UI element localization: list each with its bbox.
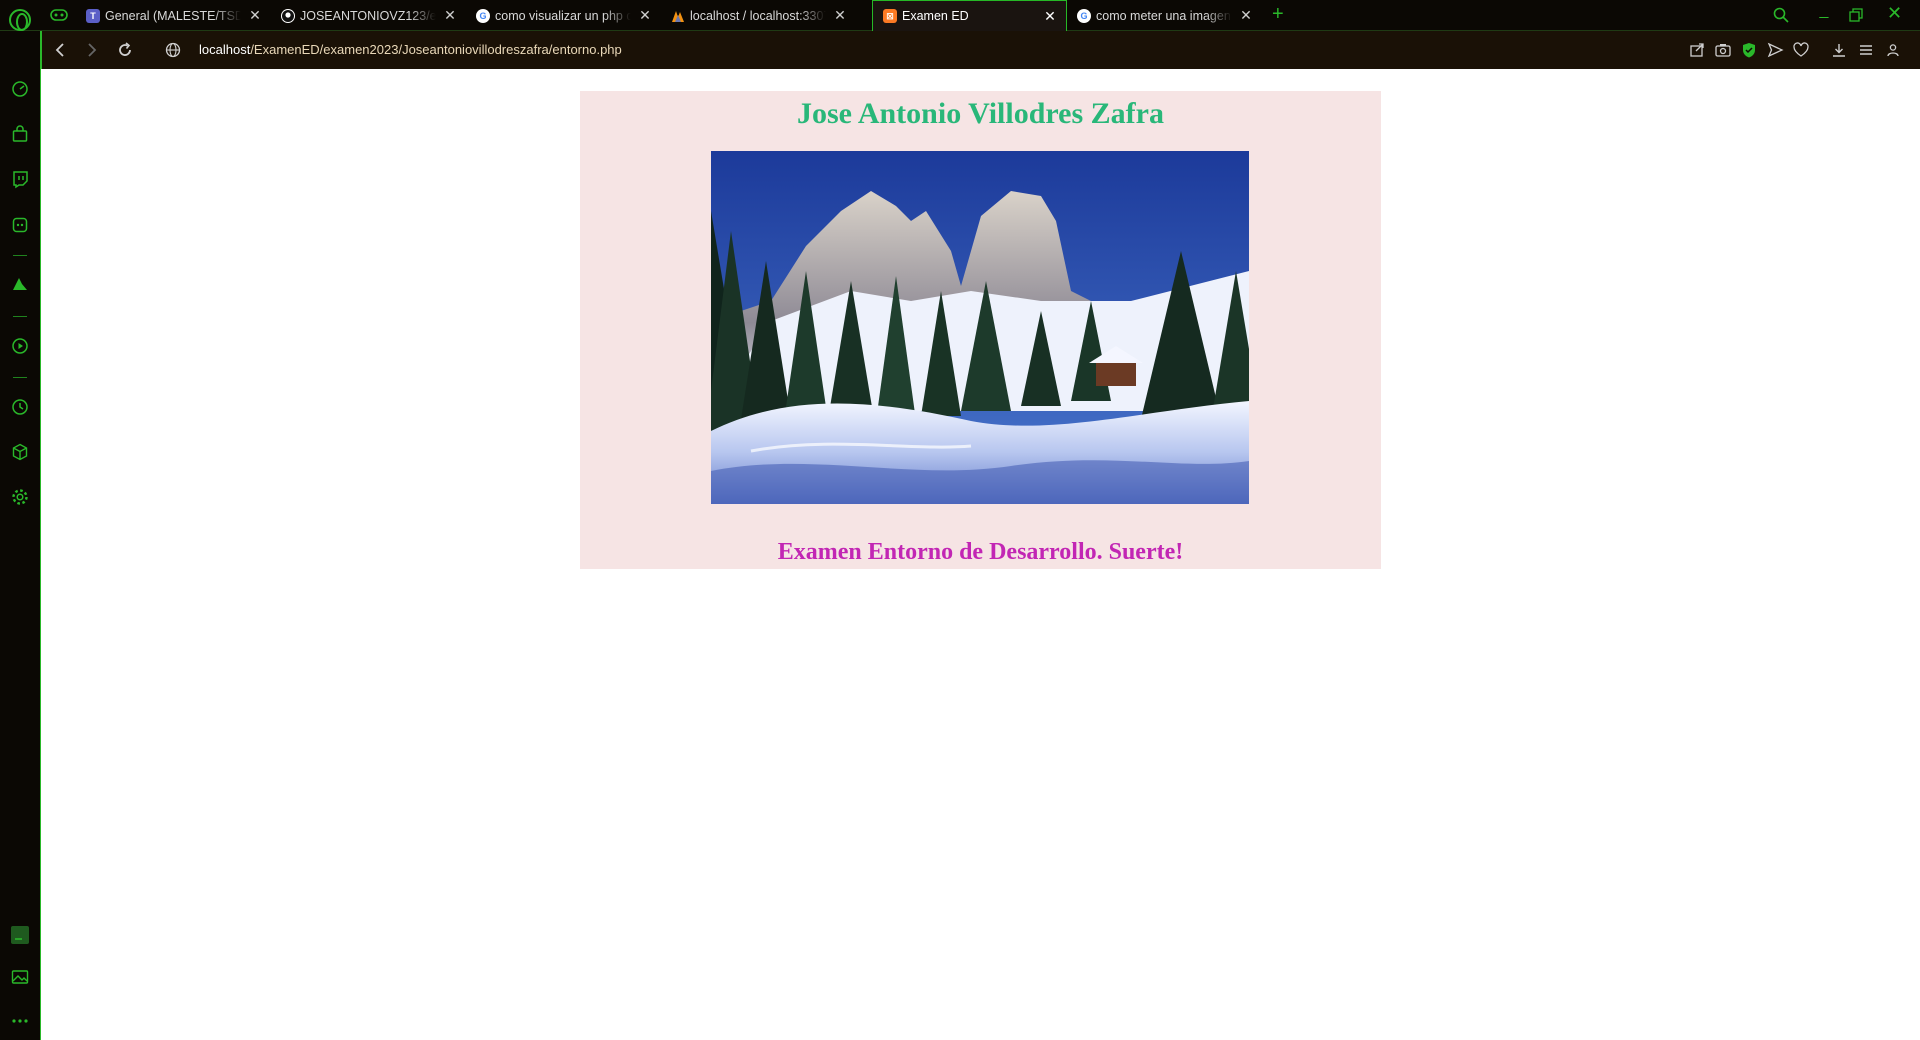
- url-field[interactable]: localhost/ExamenED/examen2023/Joseantoni…: [199, 42, 622, 57]
- url-host: localhost: [199, 42, 251, 57]
- gallery-icon[interactable]: [10, 967, 30, 987]
- discord-icon[interactable]: [10, 215, 30, 235]
- download-icon[interactable]: [1830, 41, 1848, 59]
- tab-title: Examen ED: [902, 9, 969, 23]
- github-icon: [281, 8, 295, 23]
- more-options-icon[interactable]: [10, 1011, 30, 1031]
- minimize-window-button[interactable]: _: [1812, 2, 1836, 28]
- teams-icon: T: [86, 8, 100, 23]
- close-tab-icon[interactable]: ✕: [247, 7, 263, 24]
- page-heading: Jose Antonio Villodres Zafra: [797, 97, 1164, 130]
- tab-examen-ed[interactable]: ⊠ Examen ED ✕: [872, 0, 1067, 31]
- shopping-bag-icon[interactable]: [10, 124, 30, 144]
- tab-google-search-2[interactable]: G como meter una imagen en ✕: [1067, 0, 1262, 31]
- close-window-button[interactable]: ✕: [1887, 3, 1902, 24]
- terminal-icon[interactable]: [10, 925, 30, 945]
- footer-message: Examen Entorno de Desarrollo. Suerte!: [777, 539, 1184, 565]
- tab-title: como meter una imagen en: [1096, 8, 1232, 23]
- twitch-icon[interactable]: [10, 169, 30, 189]
- tab-teams[interactable]: T General (MALESTE/TSDAM ✕: [76, 0, 271, 31]
- heart-icon[interactable]: [1792, 41, 1810, 59]
- exam-container: Jose Antonio Villodres Zafra Examen Ento…: [580, 91, 1381, 569]
- snapshot-icon[interactable]: [1714, 41, 1732, 59]
- sidebar-divider: [13, 255, 27, 256]
- google-icon: G: [1077, 8, 1091, 23]
- profile-icon[interactable]: [1884, 41, 1902, 59]
- url-path: /ExamenED/examen2023/Joseantoniovillodre…: [250, 42, 622, 57]
- sidebar: [0, 31, 41, 1040]
- address-bar: localhost/ExamenED/examen2023/Joseantoni…: [41, 31, 1920, 69]
- gx-corner-icon[interactable]: [10, 274, 30, 294]
- search-tabs-icon[interactable]: [1772, 6, 1790, 24]
- easy-setup-icon[interactable]: [1857, 41, 1875, 59]
- forward-icon[interactable]: [82, 40, 102, 60]
- close-tab-icon[interactable]: ✕: [832, 7, 848, 24]
- reload-icon[interactable]: [115, 40, 135, 60]
- new-tab-button[interactable]: +: [1272, 3, 1284, 26]
- opera-gx-menu-icon[interactable]: [9, 9, 31, 31]
- restore-window-button[interactable]: [1849, 8, 1863, 22]
- tab-strip: T General (MALESTE/TSDAM ✕ JOSEANTONIOVZ…: [0, 0, 1920, 31]
- close-tab-icon[interactable]: ✕: [442, 7, 458, 24]
- close-tab-icon[interactable]: ✕: [1238, 7, 1254, 24]
- sidebar-divider: [13, 377, 27, 378]
- gx-control-icon[interactable]: [50, 9, 68, 21]
- share-icon[interactable]: [1688, 41, 1706, 59]
- tab-title: como visualizar un php de: [495, 8, 631, 23]
- globe-icon[interactable]: [164, 41, 182, 59]
- tab-github[interactable]: JOSEANTONIOVZ123/exam ✕: [271, 0, 466, 31]
- snowy-mountains-photo: [711, 151, 1249, 504]
- vpn-shield-icon[interactable]: [1740, 41, 1758, 59]
- settings-gear-icon[interactable]: [10, 487, 30, 507]
- phpmyadmin-icon: [671, 9, 685, 23]
- google-icon: G: [476, 8, 490, 23]
- tab-title: JOSEANTONIOVZ123/exam: [300, 8, 436, 23]
- tab-title: localhost / localhost:3307 |: [690, 8, 826, 23]
- back-icon[interactable]: [50, 40, 70, 60]
- tab-google-search-1[interactable]: G como visualizar un php de ✕: [466, 0, 661, 31]
- tab-phpmyadmin[interactable]: localhost / localhost:3307 | ✕: [661, 0, 856, 31]
- extensions-cube-icon[interactable]: [10, 442, 30, 462]
- history-icon[interactable]: [10, 397, 30, 417]
- player-icon[interactable]: [10, 336, 30, 356]
- xampp-icon: ⊠: [883, 9, 897, 23]
- speed-dial-icon[interactable]: [10, 79, 30, 99]
- page-viewport: Jose Antonio Villodres Zafra Examen Ento…: [42, 70, 1920, 1040]
- close-tab-icon[interactable]: ✕: [637, 7, 653, 24]
- tab-title: General (MALESTE/TSDAM: [105, 8, 241, 23]
- send-icon[interactable]: [1766, 41, 1784, 59]
- sidebar-divider: [13, 316, 27, 317]
- close-tab-icon[interactable]: ✕: [1042, 8, 1058, 25]
